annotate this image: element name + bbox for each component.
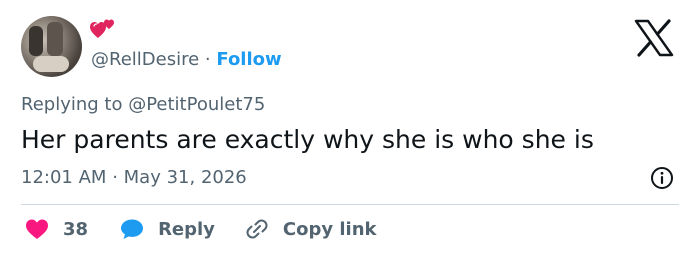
heart-icon (26, 219, 48, 239)
avatar-figure-left (29, 26, 43, 56)
timestamp-separator: · (112, 167, 118, 188)
reply-bubble-icon (121, 219, 144, 239)
info-icon[interactable] (650, 166, 674, 190)
x-logo-icon[interactable] (634, 19, 674, 57)
tweet-date: May 31, 2026 (123, 167, 247, 188)
reply-button[interactable]: Reply (120, 218, 215, 240)
two-hearts-icon (90, 19, 114, 38)
like-count: 38 (63, 218, 89, 240)
copy-link-label: Copy link (282, 218, 377, 240)
follow-button[interactable]: Follow (216, 49, 281, 70)
link-icon (246, 219, 268, 239)
avatar[interactable] (21, 16, 82, 77)
divider (21, 204, 679, 205)
replying-to: Replying to @PetitPoulet75 (21, 94, 266, 115)
avatar-plate (33, 56, 69, 72)
tweet-timestamp[interactable]: 12:01 AM · May 31, 2026 (21, 167, 247, 189)
handle-separator: · (204, 49, 211, 70)
author-handle[interactable]: @RellDesire (91, 49, 199, 70)
reply-label: Reply (158, 218, 215, 240)
action-bar: 38 Reply Copy link (21, 217, 377, 241)
avatar-figure-right (47, 22, 63, 56)
author-row: @RellDesire · Follow (91, 49, 282, 71)
like-button[interactable]: 38 (25, 218, 88, 240)
tweet-time: 12:01 AM (21, 167, 107, 188)
copy-link-button[interactable]: Copy link (245, 217, 377, 241)
tweet-text: Her parents are exactly why she is who s… (21, 125, 594, 154)
